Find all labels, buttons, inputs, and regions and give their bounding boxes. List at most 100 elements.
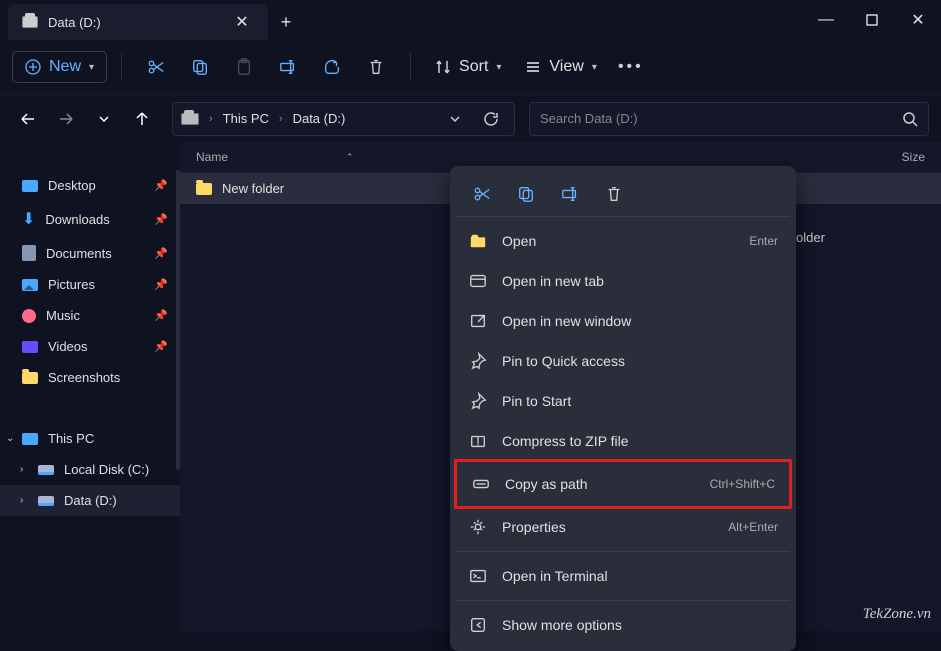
ctx-item-label: Open in new tab	[502, 273, 778, 289]
drive-icon	[38, 465, 54, 475]
more-button[interactable]: •••	[611, 49, 651, 85]
sidebar: Desktop📌 ⬇Downloads📌 Documents📌 Pictures…	[0, 142, 180, 631]
share-icon	[323, 58, 341, 76]
minimize-button[interactable]: —	[803, 0, 849, 40]
folder-icon	[196, 183, 212, 195]
chevron-down-icon: ▾	[592, 62, 597, 73]
sort-button[interactable]: Sort ▾	[425, 52, 511, 82]
breadcrumb-item[interactable]: This PC	[223, 111, 269, 126]
new-tab-button[interactable]: +	[268, 4, 304, 40]
recent-button[interactable]	[88, 103, 120, 135]
ctx-item-accelerator: Enter	[749, 234, 778, 248]
new-button[interactable]: New ▾	[12, 51, 107, 83]
sidebar-item-label: Music	[46, 308, 80, 323]
sidebar-item-downloads[interactable]: ⬇Downloads📌	[0, 201, 180, 237]
tab-icon	[468, 271, 488, 291]
rename-button[interactable]	[268, 49, 308, 85]
pin-icon: 📌	[154, 247, 168, 260]
chevron-right-icon[interactable]: ›	[20, 495, 23, 506]
forward-button[interactable]	[50, 103, 82, 135]
arrow-left-icon	[20, 111, 36, 127]
ctx-item-pin-to-quick-access[interactable]: Pin to Quick access	[456, 341, 790, 381]
history-dropdown-button[interactable]	[440, 104, 470, 134]
context-menu: Open Enter Open in new tab Open in new wind…	[450, 166, 796, 651]
pictures-icon	[22, 279, 38, 291]
sidebar-item-label: Pictures	[48, 277, 95, 292]
paste-button[interactable]	[224, 49, 264, 85]
sidebar-item-desktop[interactable]: Desktop📌	[0, 170, 180, 201]
separator	[456, 600, 790, 601]
column-size[interactable]: Size	[865, 150, 925, 164]
ctx-item-label: Pin to Start	[502, 393, 778, 409]
ctx-item-open-in-terminal[interactable]: Open in Terminal	[456, 556, 790, 596]
share-button[interactable]	[312, 49, 352, 85]
scissors-icon	[473, 185, 491, 203]
ctx-item-open-in-new-window[interactable]: Open in new window	[456, 301, 790, 341]
ctx-item-accelerator: Ctrl+Shift+C	[710, 477, 775, 491]
ctx-item-accelerator: Alt+Enter	[728, 520, 778, 534]
ctx-item-pin-to-start[interactable]: Pin to Start	[456, 381, 790, 421]
chevron-down-icon: ▾	[496, 62, 501, 73]
sidebar-item-music[interactable]: Music📌	[0, 300, 180, 331]
chevron-down-icon	[449, 113, 461, 125]
ctx-delete-button[interactable]	[596, 178, 632, 210]
ellipsis-icon: •••	[618, 58, 644, 76]
ctx-item-compress-to-zip-file[interactable]: Compress to ZIP file	[456, 421, 790, 461]
arrow-up-icon	[134, 111, 150, 127]
chevron-down-icon[interactable]: ⌄	[6, 433, 14, 444]
drive-icon	[181, 113, 199, 125]
open-icon	[468, 231, 488, 251]
address-bar[interactable]: › This PC › Data (D:)	[172, 102, 515, 136]
pin-icon: 📌	[154, 213, 168, 226]
delete-button[interactable]	[356, 49, 396, 85]
pin-icon	[468, 351, 488, 371]
toolbar: New ▾ Sort ▾ View ▾ •••	[0, 40, 941, 94]
window-tab[interactable]: Data (D:) ✕	[8, 4, 268, 40]
ctx-item-label: Open	[502, 233, 735, 249]
sidebar-item-documents[interactable]: Documents📌	[0, 237, 180, 269]
maximize-button[interactable]	[849, 0, 895, 40]
trash-icon	[605, 185, 623, 203]
ctx-rename-button[interactable]	[552, 178, 588, 210]
search-bar[interactable]	[529, 102, 929, 136]
ctx-item-open-in-new-tab[interactable]: Open in new tab	[456, 261, 790, 301]
ctx-item-show-more-options[interactable]: Show more options	[456, 605, 790, 645]
tab-close-button[interactable]: ✕	[230, 10, 254, 34]
search-input[interactable]	[540, 111, 902, 126]
ctx-cut-button[interactable]	[464, 178, 500, 210]
chevron-right-icon: ›	[279, 113, 283, 125]
close-window-button[interactable]: ✕	[895, 0, 941, 40]
sidebar-item-label: This PC	[48, 431, 94, 446]
ctx-item-open[interactable]: Open Enter	[456, 221, 790, 261]
breadcrumb-item[interactable]: Data (D:)	[293, 111, 346, 126]
separator	[121, 53, 122, 81]
column-name[interactable]: Name⌃	[196, 150, 865, 164]
refresh-button[interactable]	[476, 104, 506, 134]
maximize-icon	[866, 14, 878, 26]
sidebar-item-label: Videos	[48, 339, 88, 354]
sidebar-item-videos[interactable]: Videos📌	[0, 331, 180, 362]
refresh-icon	[483, 111, 499, 127]
sidebar-item-screenshots[interactable]: Screenshots	[0, 362, 180, 393]
sidebar-item-pictures[interactable]: Pictures📌	[0, 269, 180, 300]
copy-button[interactable]	[180, 49, 220, 85]
sidebar-item-this-pc[interactable]: ⌄ This PC	[0, 423, 180, 454]
view-button[interactable]: View ▾	[515, 52, 606, 82]
up-button[interactable]	[126, 103, 158, 135]
ctx-item-properties[interactable]: PropertiesAlt+Enter	[456, 507, 790, 547]
download-icon: ⬇	[22, 209, 35, 229]
props-icon	[468, 517, 488, 537]
ctx-item-copy-as-path[interactable]: Copy as pathCtrl+Shift+C	[454, 459, 792, 509]
back-button[interactable]	[12, 103, 44, 135]
sidebar-item-local-disk[interactable]: ›Local Disk (C:)	[0, 454, 180, 485]
rename-icon	[279, 58, 297, 76]
drive-icon	[38, 496, 54, 506]
ctx-item-label: Compress to ZIP file	[502, 433, 778, 449]
chevron-right-icon[interactable]: ›	[20, 464, 23, 475]
partial-row: older	[796, 230, 825, 245]
tab-title: Data (D:)	[48, 15, 220, 30]
chevron-right-icon: ›	[209, 113, 213, 125]
ctx-copy-button[interactable]	[508, 178, 544, 210]
cut-button[interactable]	[136, 49, 176, 85]
sidebar-item-data-drive[interactable]: ›Data (D:)	[0, 485, 180, 516]
